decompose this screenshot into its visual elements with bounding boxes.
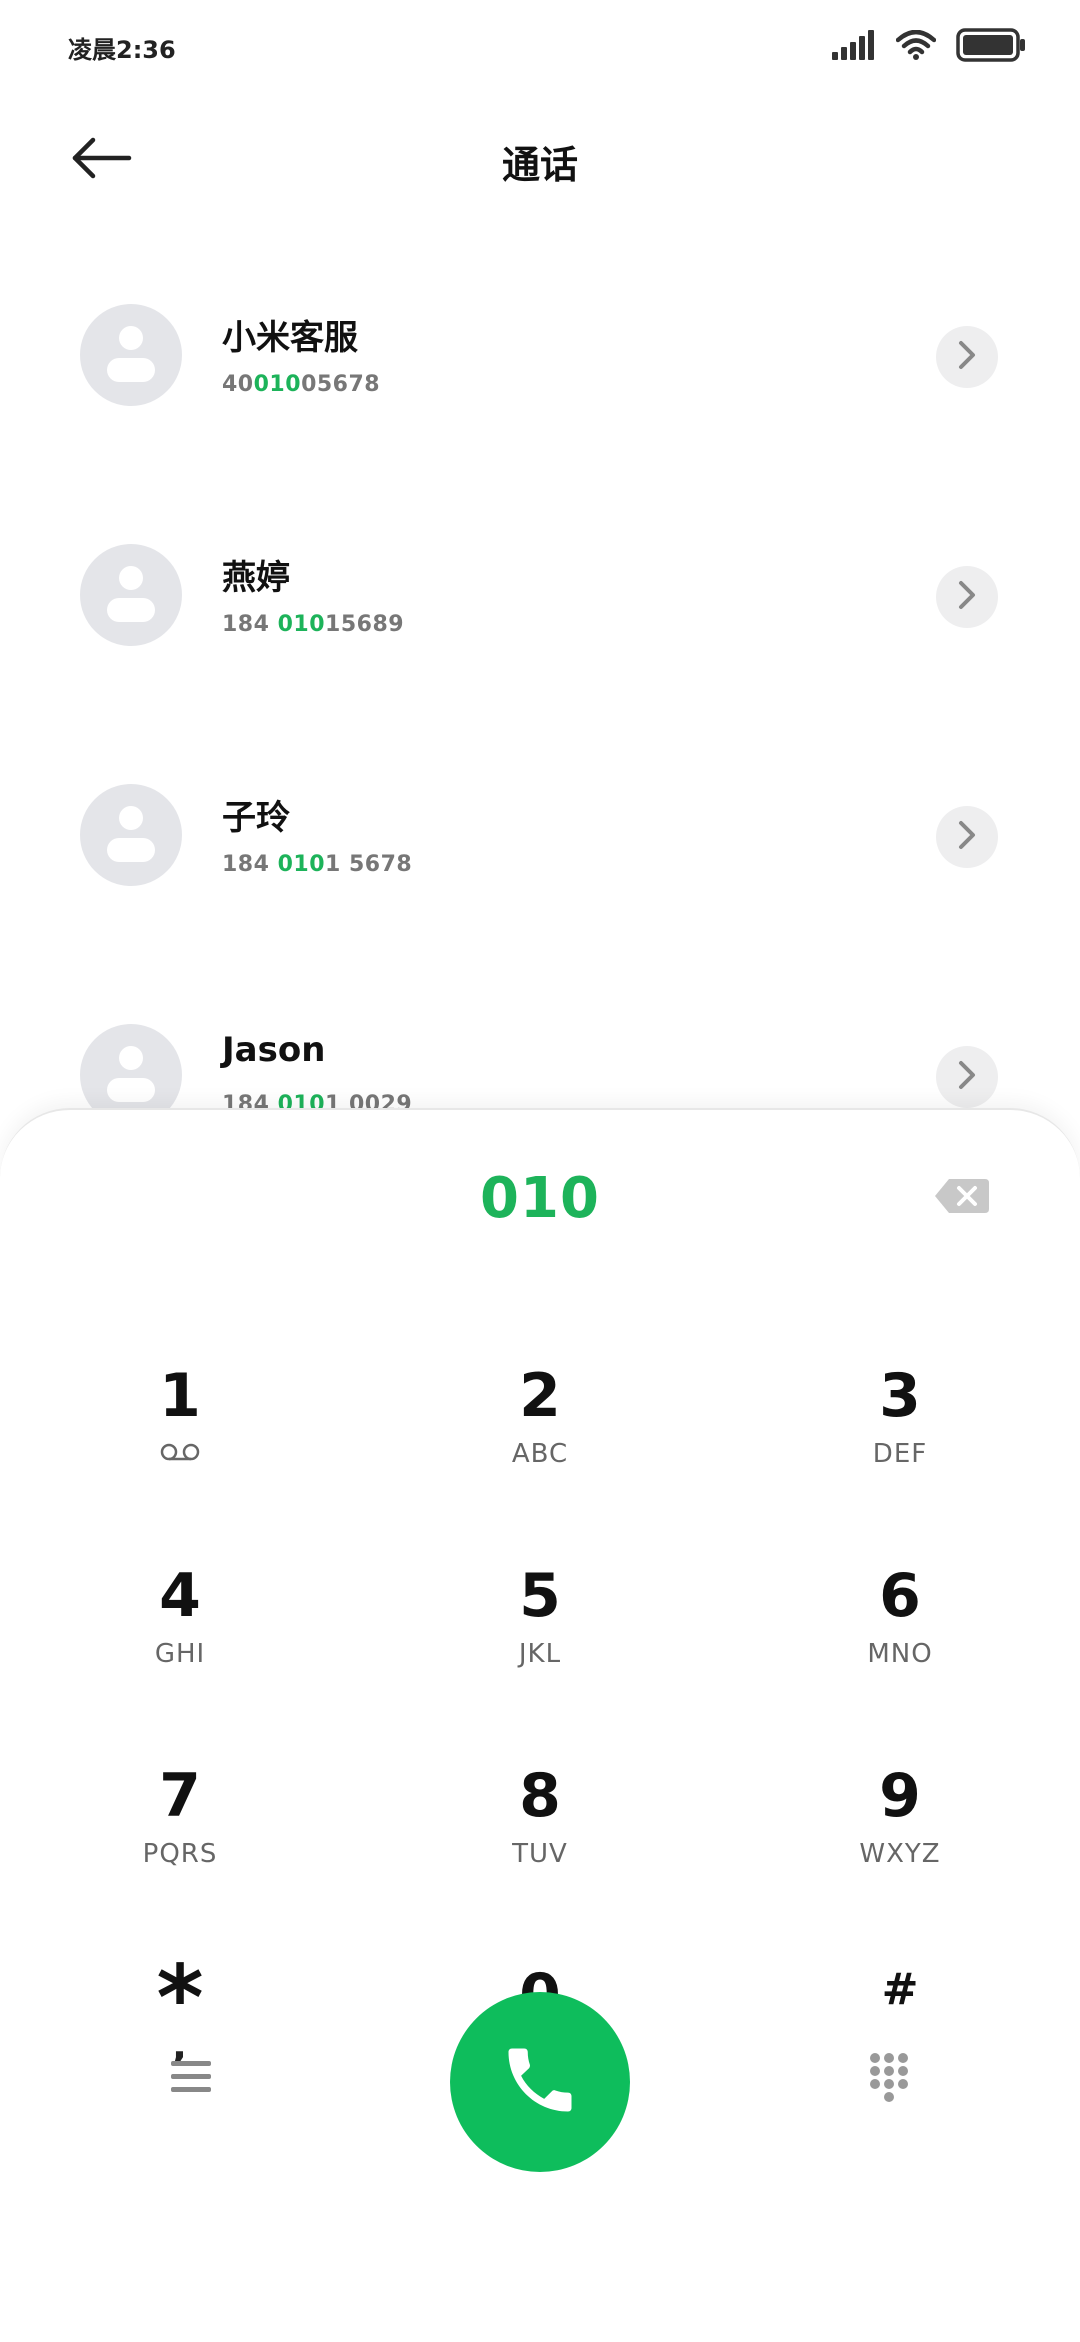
dialpad-toggle-button[interactable] — [854, 2040, 924, 2120]
avatar — [80, 784, 182, 886]
key-2[interactable]: 2 ABC — [440, 1360, 640, 1520]
dialpad-icon — [867, 2050, 911, 2110]
contact-name: 小米客服 — [222, 318, 358, 358]
contact-detail-button[interactable] — [936, 326, 998, 388]
chevron-right-icon — [957, 1059, 977, 1095]
contact-name: Jason — [222, 1030, 326, 1070]
chevron-right-icon — [957, 819, 977, 855]
page-title: 通话 — [501, 143, 578, 187]
contact-name: 子玲 — [222, 798, 290, 838]
chevron-right-icon — [957, 579, 977, 615]
menu-icon — [169, 2057, 213, 2101]
phone-icon — [498, 2038, 582, 2126]
key-3[interactable]: 3 DEF — [800, 1360, 1000, 1520]
contact-detail-button[interactable] — [936, 806, 998, 868]
number-match: 010 — [277, 852, 326, 877]
key-4[interactable]: 4 GHI — [80, 1560, 280, 1720]
backspace-button[interactable] — [930, 1176, 994, 1220]
key-9[interactable]: 9 WXYZ — [800, 1760, 1000, 1920]
number-match: 010 — [277, 612, 326, 637]
call-button[interactable] — [450, 1992, 630, 2172]
key-7[interactable]: 7 PQRS — [80, 1760, 280, 1920]
status-time: 凌晨2:36 — [68, 36, 176, 64]
chevron-right-icon — [957, 339, 977, 375]
contact-number: 184 0101 5678 — [222, 852, 413, 877]
key-8[interactable]: 8 TUV — [440, 1760, 640, 1920]
key-1[interactable]: 1 — [80, 1360, 280, 1520]
key-5[interactable]: 5 JKL — [440, 1560, 640, 1720]
status-icons — [832, 28, 1026, 62]
contact-name: 燕婷 — [222, 558, 290, 598]
wifi-icon — [896, 30, 936, 60]
contact-row[interactable]: 燕婷 184 01015689 — [0, 490, 1080, 730]
avatar — [80, 304, 182, 406]
status-bar: 凌晨2:36 — [0, 0, 1080, 96]
contact-number: 184 01015689 — [222, 612, 405, 637]
battery-icon — [956, 28, 1026, 62]
signal-icon — [832, 30, 876, 60]
key-6[interactable]: 6 MNO — [800, 1560, 1000, 1720]
header: 通话 — [0, 110, 1080, 210]
contact-number: 4001005678 — [222, 372, 381, 397]
contact-detail-button[interactable] — [936, 1046, 998, 1108]
contact-row[interactable]: 小米客服 4001005678 — [0, 250, 1080, 490]
avatar — [80, 544, 182, 646]
voicemail-icon — [159, 1443, 201, 1466]
menu-button[interactable] — [156, 2044, 226, 2114]
number-match: 010 — [253, 372, 302, 397]
contact-detail-button[interactable] — [936, 566, 998, 628]
contact-list: 小米客服 4001005678 燕婷 184 01015689 子玲 184 0… — [0, 250, 1080, 1210]
contact-row[interactable]: 子玲 184 0101 5678 — [0, 730, 1080, 970]
dialed-number-input[interactable]: 010 — [0, 1166, 1080, 1231]
bottom-bar — [0, 1984, 1080, 2184]
backspace-icon — [933, 1177, 991, 1219]
